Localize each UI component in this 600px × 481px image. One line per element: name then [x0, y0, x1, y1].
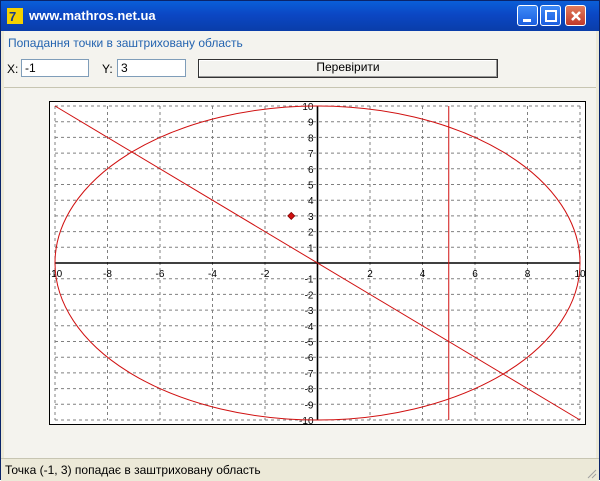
y-tick-label: 6	[308, 165, 314, 176]
minimize-icon	[523, 19, 531, 22]
maximize-icon	[545, 10, 557, 22]
y-tick-label: -3	[305, 306, 314, 317]
maximize-button[interactable]	[540, 5, 561, 26]
y-tick-label: -6	[305, 353, 314, 364]
y-tick-label: 1	[308, 243, 314, 254]
status-bar: Точка (-1, 3) попадає в заштриховану обл…	[1, 458, 599, 481]
client-area: Попадання точки в заштриховану область X…	[4, 31, 596, 478]
y-tick-label: -2	[305, 290, 314, 301]
y-tick-label: 9	[308, 118, 314, 129]
title-bar[interactable]: 7 www.mathros.net.ua	[1, 1, 599, 31]
y-tick-label: 4	[308, 196, 314, 207]
close-icon	[571, 11, 581, 21]
svg-text:7: 7	[9, 9, 16, 24]
y-tick-label: 8	[308, 133, 314, 144]
check-button[interactable]: Перевірити	[198, 59, 498, 78]
y-input[interactable]	[117, 59, 186, 77]
7-logo-icon: 7	[7, 8, 23, 24]
y-tick-label: -7	[305, 369, 314, 380]
y-tick-label: -9	[305, 400, 314, 411]
y-tick-label: -8	[305, 385, 314, 396]
x-tick-label: -4	[208, 269, 217, 280]
separator	[4, 87, 596, 88]
y-label: Y:	[102, 62, 113, 76]
app-window: 7 www.mathros.net.ua Попадання точки в з…	[0, 0, 600, 481]
x-tick-label: -2	[261, 269, 270, 280]
x-tick-label: 10	[574, 269, 586, 280]
y-tick-label: -5	[305, 338, 314, 349]
y-tick-label: -10	[299, 416, 314, 425]
x-label: X:	[7, 62, 19, 76]
minimize-button[interactable]	[517, 5, 538, 26]
y-tick-label: 2	[308, 228, 314, 239]
x-tick-label: -8	[103, 269, 112, 280]
x-input[interactable]	[21, 59, 89, 77]
x-tick-label: 6	[472, 269, 478, 280]
y-tick-label: 3	[308, 212, 314, 223]
y-tick-label: 7	[308, 149, 314, 160]
x-tick-label: 4	[420, 269, 426, 280]
x-tick-label: 8	[525, 269, 531, 280]
y-tick-label: 5	[308, 181, 314, 192]
y-tick-label: -4	[305, 322, 314, 333]
y-tick-label: 10	[302, 102, 314, 113]
close-button[interactable]	[565, 5, 586, 26]
x-tick-label: -6	[156, 269, 165, 280]
status-text: Точка (-1, 3) попадає в заштриховану обл…	[5, 463, 261, 477]
plot-area: -10 -8 -6 -4 -2 2 4 6 8 10 10 9 8 7 6 5 4 3 2 1 -1 -2 -3 -4 -5 -6…	[49, 101, 586, 425]
page-subtitle: Попадання точки в заштриховану область	[8, 36, 243, 50]
window-title: www.mathros.net.ua	[29, 8, 156, 23]
x-tick-label: 2	[367, 269, 373, 280]
resize-grip-icon[interactable]	[585, 467, 597, 479]
y-tick-label: -1	[305, 275, 314, 286]
